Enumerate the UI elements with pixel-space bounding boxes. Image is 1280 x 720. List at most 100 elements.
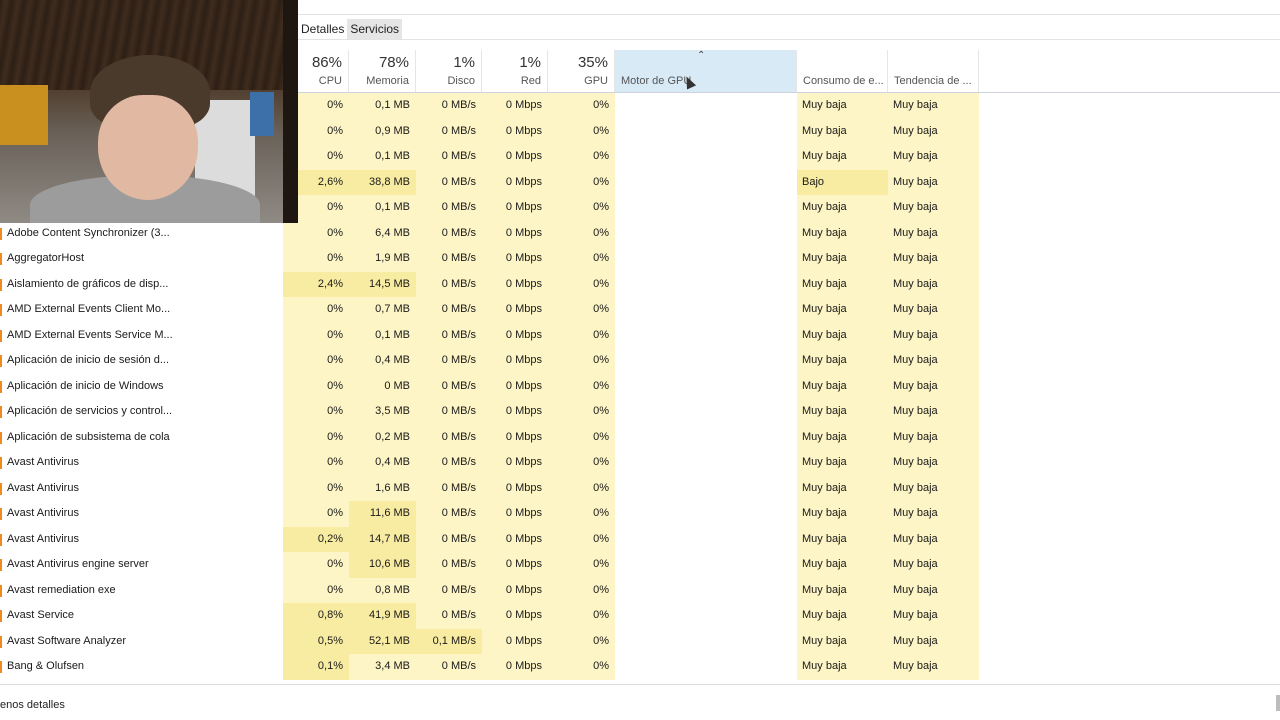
process-icon: [0, 304, 2, 316]
table-row[interactable]: AMD External Events Client Mo... 0% 0,7 MB…: [0, 297, 1280, 323]
cell-gpu: 0%: [548, 628, 615, 654]
cell-disk: 0 MB/s: [416, 348, 482, 374]
cell-cpu: 0%: [283, 297, 349, 323]
cell-gpu-engine: [615, 271, 797, 297]
table-row[interactable]: Avast Service 0,8% 41,9 MB 0 MB/s 0 Mbps 0% Mu…: [0, 603, 1280, 629]
table-row[interactable]: Avast Software Analyzer 0,5% 52,1 MB 0,1 MB…: [0, 628, 1280, 654]
cell-memory: 1,9 MB: [349, 246, 416, 272]
webcam-person-face: [98, 95, 198, 200]
cell-network: 0 Mbps: [482, 297, 548, 323]
cell-gpu: 0%: [548, 399, 615, 425]
cpu-total: 86%: [311, 54, 342, 71]
cell-memory: 38,8 MB: [349, 169, 416, 195]
cell-power-trend: Muy baja: [888, 322, 979, 348]
cell-gpu-engine: [615, 93, 797, 119]
cell-network: 0 Mbps: [482, 322, 548, 348]
table-row[interactable]: Aislamiento de gráficos de disp... 2,4% 14…: [0, 271, 1280, 297]
table-row[interactable]: Adobe Content Synchronizer (3... 0% 6,4 MB…: [0, 220, 1280, 247]
cell-gpu: 0%: [548, 348, 615, 374]
cell-disk: 0 MB/s: [416, 450, 482, 476]
header-disk[interactable]: 1% Disco: [416, 50, 482, 92]
table-row[interactable]: Avast Antivirus 0% 1,6 MB 0 MB/s 0 Mbps 0% Muy…: [0, 475, 1280, 501]
process-name: AggregatorHost: [0, 246, 283, 272]
cell-power-trend: Muy baja: [888, 195, 979, 221]
cell-power-usage: Muy baja: [797, 322, 888, 348]
cell-network: 0 Mbps: [482, 220, 548, 246]
cell-disk: 0 MB/s: [416, 246, 482, 272]
header-memory[interactable]: 78% Memoria: [349, 50, 416, 92]
cell-memory: 0,4 MB: [349, 348, 416, 374]
process-name: AMD External Events Service M...: [0, 323, 283, 349]
table-row[interactable]: Aplicación de servicios y control... 0% 3,…: [0, 399, 1280, 425]
cell-network: 0 Mbps: [482, 424, 548, 450]
cell-network: 0 Mbps: [482, 501, 548, 527]
process-name: Avast Antivirus engine server: [0, 552, 283, 578]
cell-gpu: 0%: [548, 118, 615, 144]
cell-power-usage: Muy baja: [797, 246, 888, 272]
process-name: Adobe Content Synchronizer (3...: [0, 221, 283, 247]
cell-disk: 0 MB/s: [416, 603, 482, 629]
process-name-text: Avast Software Analyzer: [7, 634, 127, 647]
table-row[interactable]: AggregatorHost 0% 1,9 MB 0 MB/s 0 Mbps 0% Muy …: [0, 246, 1280, 272]
cell-power-usage: Muy baja: [797, 628, 888, 654]
cell-disk: 0 MB/s: [416, 526, 482, 552]
table-row[interactable]: Bang & Olufsen 0,1% 3,4 MB 0 MB/s 0 Mbps 0% Mu…: [0, 654, 1280, 680]
table-row[interactable]: Aplicación de inicio de Windows 0% 0 MB 0 M…: [0, 373, 1280, 399]
cell-network: 0 Mbps: [482, 526, 548, 552]
table-row[interactable]: Avast Antivirus 0% 11,6 MB 0 MB/s 0 Mbps 0% Mu…: [0, 501, 1280, 527]
cell-gpu: 0%: [548, 144, 615, 170]
header-gpu[interactable]: 35% GPU: [548, 50, 615, 92]
cell-gpu-engine: [615, 195, 797, 221]
cell-disk: 0 MB/s: [416, 552, 482, 578]
cell-gpu: 0%: [548, 552, 615, 578]
header-gpu-engine[interactable]: ⌃ Motor de GPU: [615, 50, 797, 92]
process-name: Avast Antivirus: [0, 527, 283, 553]
tab-services[interactable]: Servicios: [347, 19, 403, 39]
cell-gpu-engine: [615, 118, 797, 144]
table-row[interactable]: Avast Antivirus 0,2% 14,7 MB 0 MB/s 0 Mbps 0%…: [0, 526, 1280, 553]
cell-memory: 0 MB: [349, 373, 416, 399]
cell-disk: 0 MB/s: [416, 654, 482, 680]
cell-network: 0 Mbps: [482, 603, 548, 629]
table-row[interactable]: AMD External Events Service M... 0% 0,1 MB…: [0, 322, 1280, 349]
table-row[interactable]: Avast Antivirus 0% 0,4 MB 0 MB/s 0 Mbps 0% Muy…: [0, 450, 1280, 476]
process-name-text: Aplicación de inicio de sesión d...: [7, 354, 170, 366]
webcam-edge: [283, 0, 298, 223]
less-details-button[interactable]: enos detalles: [0, 699, 65, 711]
table-row[interactable]: Avast Antivirus engine server 0% 10,6 MB 0 …: [0, 552, 1280, 578]
cell-gpu: 0%: [548, 195, 615, 221]
table-row[interactable]: Aplicación de inicio de sesión d... 0% 0,4…: [0, 348, 1280, 374]
scrollbar[interactable]: [1276, 695, 1280, 711]
cell-disk: 0 MB/s: [416, 577, 482, 603]
cell-network: 0 Mbps: [482, 552, 548, 578]
cell-gpu-engine: [615, 628, 797, 654]
cell-gpu: 0%: [548, 373, 615, 399]
cell-power-trend: Muy baja: [888, 246, 979, 272]
table-row[interactable]: Aplicación de subsistema de cola 0% 0,2 MB…: [0, 424, 1280, 451]
header-network[interactable]: 1% Red: [482, 50, 548, 92]
tab-details[interactable]: Detalles: [298, 19, 347, 39]
table-row[interactable]: Avast remediation exe 0% 0,8 MB 0 MB/s 0 Mbp…: [0, 577, 1280, 603]
cell-cpu: 0%: [283, 220, 349, 246]
cell-memory: 0,1 MB: [349, 144, 416, 170]
cell-gpu: 0%: [548, 220, 615, 246]
cell-gpu: 0%: [548, 322, 615, 348]
process-name: Avast Antivirus: [0, 501, 283, 527]
gpu-engine-label: Motor de GPU: [621, 75, 692, 87]
cell-power-trend: Muy baja: [888, 526, 979, 552]
cell-power-usage: Muy baja: [797, 450, 888, 476]
cell-power-usage: Muy baja: [797, 195, 888, 221]
cell-gpu: 0%: [548, 169, 615, 195]
cell-memory: 0,8 MB: [349, 577, 416, 603]
cell-gpu: 0%: [548, 603, 615, 629]
cell-disk: 0 MB/s: [416, 144, 482, 170]
header-power-usage[interactable]: Consumo de e...: [797, 50, 888, 92]
cell-gpu-engine: [615, 424, 797, 450]
memory-label: Memoria: [366, 75, 409, 87]
header-power-trend[interactable]: Tendencia de ...: [888, 50, 979, 92]
cell-gpu-engine: [615, 654, 797, 680]
process-name: Aplicación de subsistema de cola: [0, 425, 283, 451]
cell-network: 0 Mbps: [482, 144, 548, 170]
cell-cpu: 0%: [283, 501, 349, 527]
cell-power-usage: Muy baja: [797, 577, 888, 603]
